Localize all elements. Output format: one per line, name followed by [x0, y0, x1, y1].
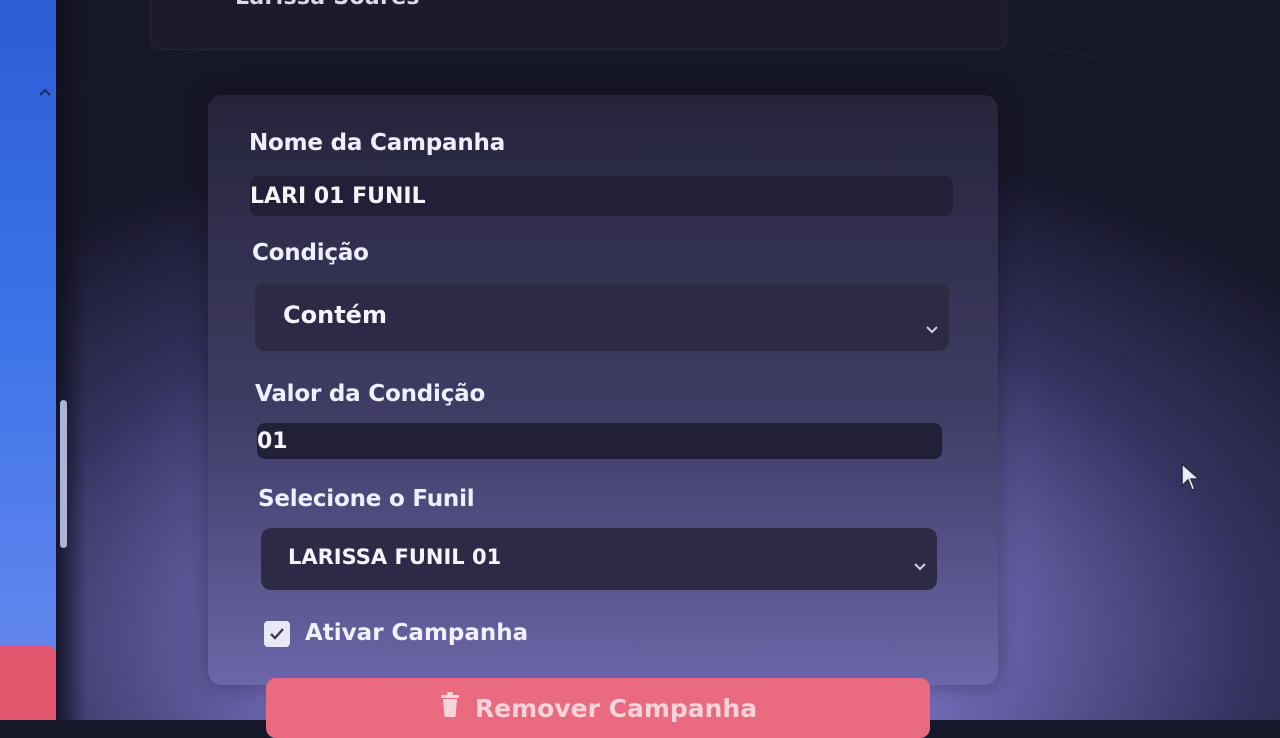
sidebar-red-button[interactable] [0, 645, 56, 720]
checkmark-icon [270, 628, 284, 640]
condition-value-text: 01 [257, 428, 288, 454]
user-name: Larissa Soares [235, 0, 420, 10]
sidebar [0, 0, 56, 720]
activate-campaign-checkbox[interactable] [264, 621, 290, 647]
condition-select[interactable]: Contém [255, 283, 949, 351]
remove-campaign-label: Remover Campanha [474, 693, 758, 723]
user-card: Larissa Soares [150, 0, 1007, 50]
trash-icon [439, 692, 461, 724]
scrollbar[interactable] [60, 400, 67, 548]
condition-label: Condição [252, 240, 369, 266]
condition-value-input[interactable]: 01 [257, 423, 942, 459]
funnel-select[interactable]: LARISSA FUNIL 01 [261, 528, 937, 590]
mouse-cursor-icon [1180, 462, 1202, 494]
chevron-up-icon[interactable] [38, 86, 52, 100]
condition-selected-value: Contém [283, 301, 387, 329]
condition-value-label: Valor da Condição [255, 381, 486, 407]
chevron-down-icon [925, 314, 939, 334]
campaign-name-value: LARI 01 FUNIL [250, 183, 426, 209]
campaign-name-input[interactable]: LARI 01 FUNIL [250, 176, 953, 216]
campaign-name-label: Nome da Campanha [249, 130, 506, 156]
activate-campaign-label[interactable]: Ativar Campanha [305, 620, 528, 646]
funnel-label: Selecione o Funil [258, 486, 475, 512]
remove-campaign-button[interactable]: Remover Campanha [266, 678, 930, 738]
chevron-down-icon [913, 554, 927, 571]
funnel-selected-value: LARISSA FUNIL 01 [288, 545, 502, 569]
sidebar-shadow [56, 0, 86, 720]
